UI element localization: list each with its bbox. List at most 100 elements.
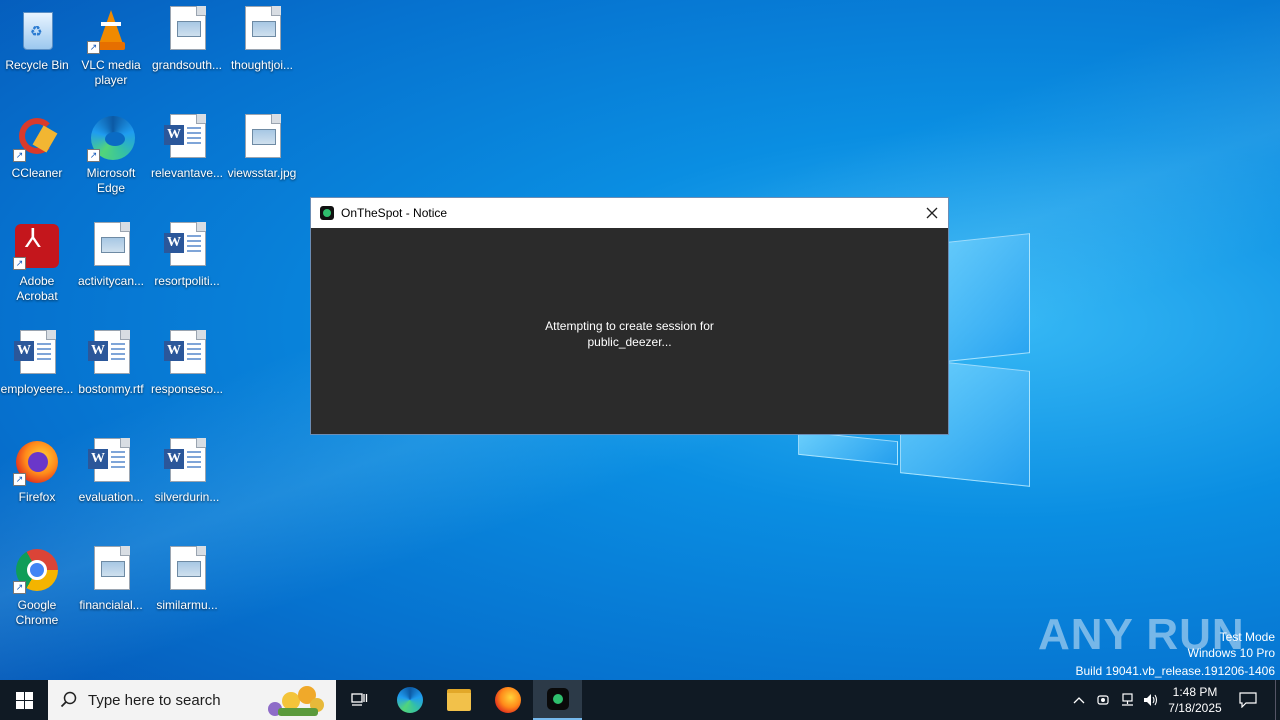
shortcut-arrow-icon: ↗ xyxy=(87,149,100,162)
desktop-icon-label: grandsouth... xyxy=(151,58,223,72)
firefox-icon: ↗ xyxy=(13,438,61,486)
start-button[interactable] xyxy=(0,680,48,720)
clock-date: 7/18/2025 xyxy=(1168,701,1222,715)
shortcut-arrow-icon: ↗ xyxy=(87,41,100,54)
action-center-button[interactable] xyxy=(1232,680,1264,720)
desktop-icon-label: silverdurin... xyxy=(154,490,220,504)
word-document-icon: W xyxy=(164,114,206,158)
desktop-icon-label: similarmu... xyxy=(156,598,218,612)
desktop-icon-label: evaluation... xyxy=(78,490,144,504)
onthespot-app-icon xyxy=(320,206,334,220)
folder-icon xyxy=(447,689,471,711)
acrobat-icon: ⅄ ↗ xyxy=(13,222,61,270)
word-document-icon: W xyxy=(164,438,206,482)
meet-now-icon xyxy=(1097,695,1109,705)
clock[interactable]: 1:48 PM 7/18/2025 xyxy=(1162,680,1228,720)
word-document-icon: W xyxy=(164,222,206,266)
desktop-icon-image-file[interactable]: activitycan... xyxy=(74,216,148,289)
search-highlight-flowers-icon xyxy=(264,684,330,718)
desktop-icon-label: relevantave... xyxy=(150,166,224,180)
network-button[interactable] xyxy=(1116,680,1138,720)
desktop-icon-label: CCleaner xyxy=(11,166,63,180)
shortcut-arrow-icon: ↗ xyxy=(13,149,26,162)
windows-edition-text: Windows 10 Pro xyxy=(1187,646,1275,660)
volume-button[interactable] xyxy=(1140,680,1162,720)
search-placeholder: Type here to search xyxy=(88,691,221,709)
desktop-icon-adobe-acrobat[interactable]: ⅄ ↗ Adobe Acrobat xyxy=(0,216,74,304)
desktop-icon-vlc[interactable]: ↗ VLC media player xyxy=(74,0,148,88)
network-icon xyxy=(1122,693,1133,706)
notification-icon xyxy=(1239,692,1257,708)
desktop-icon-word-file[interactable]: W responseso... xyxy=(150,324,224,397)
desktop-icon-image-file[interactable]: financialal... xyxy=(74,540,148,613)
desktop-icon-label: thoughtjoi... xyxy=(230,58,294,72)
desktop-icon-recycle-bin[interactable]: ♻ Recycle Bin xyxy=(0,0,74,73)
desktop-icon-label: employeere... xyxy=(0,382,74,396)
close-button[interactable] xyxy=(916,198,948,228)
desktop-icon-chrome[interactable]: ↗ Google Chrome xyxy=(0,540,74,628)
task-view-button[interactable] xyxy=(336,680,384,720)
desktop-icon-label: resortpoliti... xyxy=(154,274,220,288)
desktop-icon-label: responseso... xyxy=(150,382,224,396)
desktop-icon-label: viewsstar.jpg xyxy=(227,166,297,180)
desktop-icon-label: Microsoft Edge xyxy=(86,166,136,195)
taskbar-search-box[interactable]: Type here to search xyxy=(48,680,336,720)
desktop-icon-image-file[interactable]: similarmu... xyxy=(150,540,224,613)
taskbar-firefox-button[interactable] xyxy=(484,680,532,720)
notice-dialog: OnTheSpot - Notice Attempting to create … xyxy=(310,197,949,435)
clock-time: 1:48 PM xyxy=(1172,685,1218,699)
build-text: Build 19041.vb_release.191206-1406 xyxy=(1075,664,1276,678)
show-hidden-icons-button[interactable] xyxy=(1068,680,1090,720)
image-file-icon xyxy=(94,222,130,266)
close-icon xyxy=(926,207,938,219)
dialog-title: OnTheSpot - Notice xyxy=(341,206,448,220)
desktop-icon-label: bostonmy.rtf xyxy=(78,382,144,396)
dialog-titlebar[interactable]: OnTheSpot - Notice xyxy=(311,198,948,228)
desktop-icon-label: activitycan... xyxy=(77,274,145,288)
desktop-icon-image-file[interactable]: viewsstar.jpg xyxy=(225,108,299,181)
image-file-icon xyxy=(245,6,281,50)
desktop-icon-ccleaner[interactable]: ↗ CCleaner xyxy=(0,108,74,181)
desktop-icon-image-file[interactable]: thoughtjoi... xyxy=(225,0,299,73)
desktop-icon-edge[interactable]: ↗ Microsoft Edge xyxy=(74,108,148,196)
vlc-cone-icon: ↗ xyxy=(87,6,135,54)
taskbar: Type here to search 1:48 PM 7/18/2025 xyxy=(0,680,1280,720)
desktop-icon-label: Firefox xyxy=(18,490,56,504)
image-file-icon xyxy=(170,546,206,590)
chevron-up-icon xyxy=(1073,697,1085,704)
desktop-icon-label: financialal... xyxy=(79,598,143,612)
dialog-message: Attempting to create session for public_… xyxy=(311,318,948,350)
shortcut-arrow-icon: ↗ xyxy=(13,473,26,486)
search-icon xyxy=(60,691,77,708)
desktop-icon-word-file[interactable]: W bostonmy.rtf xyxy=(74,324,148,397)
tray-app-icon[interactable] xyxy=(1092,680,1114,720)
edge-icon: ↗ xyxy=(87,114,135,162)
desktop-icon-firefox[interactable]: ↗ Firefox xyxy=(0,432,74,505)
image-file-icon xyxy=(170,6,206,50)
taskbar-edge-button[interactable] xyxy=(386,680,434,720)
taskbar-file-explorer-button[interactable] xyxy=(435,680,483,720)
desktop-icon-label: Recycle Bin xyxy=(5,58,69,72)
firefox-icon xyxy=(495,687,521,713)
desktop-icon-word-file[interactable]: W relevantave... xyxy=(150,108,224,181)
word-document-icon: W xyxy=(164,330,206,374)
word-document-icon: W xyxy=(14,330,56,374)
desktop-icon-word-file[interactable]: W evaluation... xyxy=(74,432,148,505)
test-mode-text: Test Mode xyxy=(1219,630,1275,644)
desktop-icon-label: Adobe Acrobat xyxy=(16,274,58,303)
desktop-icon-word-file[interactable]: W silverdurin... xyxy=(150,432,224,505)
taskbar-onthespot-button[interactable] xyxy=(533,680,582,720)
desktop-icon-label: VLC media player xyxy=(81,58,141,87)
desktop-icon-label: Google Chrome xyxy=(15,598,59,627)
desktop-icon-word-file[interactable]: W resortpoliti... xyxy=(150,216,224,289)
dialog-message-line1: Attempting to create session for xyxy=(545,319,714,333)
task-view-icon xyxy=(351,693,368,706)
speaker-icon xyxy=(1144,694,1158,706)
edge-icon xyxy=(397,687,423,713)
word-document-icon: W xyxy=(88,330,130,374)
show-desktop-button[interactable] xyxy=(1275,680,1280,720)
dialog-message-line2: public_deezer... xyxy=(587,335,672,349)
desktop-icon-image-file[interactable]: grandsouth... xyxy=(150,0,224,73)
desktop-icon-word-file[interactable]: W employeere... xyxy=(0,324,74,397)
windows-start-icon xyxy=(15,691,33,709)
